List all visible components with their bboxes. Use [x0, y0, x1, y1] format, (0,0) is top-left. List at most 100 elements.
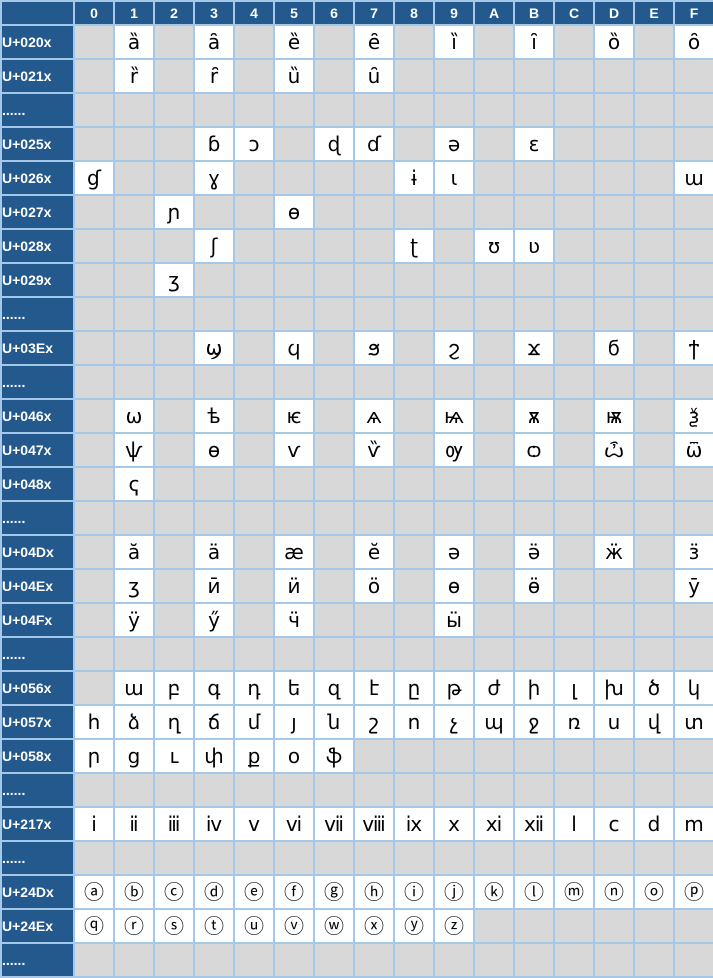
empty-cell: [74, 127, 114, 161]
table-row: U+025xɓɔɖɗəɛ: [1, 127, 713, 161]
row-label: U+058x: [1, 739, 74, 773]
empty-cell: [554, 297, 594, 331]
empty-cell: [634, 331, 674, 365]
empty-cell: [234, 637, 274, 671]
empty-cell: [674, 127, 713, 161]
table-row: U+058xրցւփքօֆ: [1, 739, 713, 773]
column-header-E: E: [634, 1, 674, 25]
empty-cell: [314, 433, 354, 467]
empty-cell: [74, 467, 114, 501]
empty-cell: [274, 93, 314, 127]
empty-cell: [634, 501, 674, 535]
glyph-cell: ճ: [194, 705, 234, 739]
empty-cell: [74, 263, 114, 297]
empty-cell: [434, 365, 474, 399]
empty-cell: [314, 263, 354, 297]
glyph-cell: ӡ: [114, 569, 154, 603]
empty-cell: [74, 637, 114, 671]
empty-cell: [514, 637, 554, 671]
glyph-cell: ⓚ: [474, 875, 514, 909]
glyph-cell: ⅲ: [154, 807, 194, 841]
glyph-cell: ⓝ: [594, 875, 634, 909]
empty-cell: [394, 399, 434, 433]
glyph-cell: օ: [274, 739, 314, 773]
empty-cell: [234, 433, 274, 467]
empty-cell: [594, 297, 634, 331]
empty-cell: [194, 93, 234, 127]
empty-cell: [674, 637, 713, 671]
glyph-cell: ϭ: [594, 331, 634, 365]
empty-cell: [234, 229, 274, 263]
empty-cell: [74, 59, 114, 93]
empty-cell: [674, 365, 713, 399]
empty-cell: [594, 637, 634, 671]
glyph-cell: ⓩ: [434, 909, 474, 943]
empty-cell: [114, 637, 154, 671]
ellipsis-row: ......: [1, 773, 713, 807]
glyph-cell: ֆ: [314, 739, 354, 773]
empty-cell: [514, 943, 554, 977]
empty-cell: [594, 943, 634, 977]
glyph-cell: ⓤ: [234, 909, 274, 943]
empty-cell: [154, 637, 194, 671]
column-header-7: 7: [354, 1, 394, 25]
empty-cell: [434, 739, 474, 773]
glyph-cell: ⓗ: [354, 875, 394, 909]
empty-cell: [594, 195, 634, 229]
glyph-cell: ѱ: [114, 433, 154, 467]
empty-cell: [314, 59, 354, 93]
column-header-3: 3: [194, 1, 234, 25]
empty-cell: [274, 161, 314, 195]
glyph-cell: ѷ: [354, 433, 394, 467]
glyph-cell: շ: [354, 705, 394, 739]
empty-cell: [554, 127, 594, 161]
glyph-cell: ѯ: [674, 399, 713, 433]
empty-cell: [594, 467, 634, 501]
column-header-8: 8: [394, 1, 434, 25]
empty-cell: [554, 943, 594, 977]
empty-cell: [114, 331, 154, 365]
empty-cell: [554, 637, 594, 671]
glyph-cell: ɠ: [74, 161, 114, 195]
empty-cell: [154, 467, 194, 501]
empty-cell: [114, 263, 154, 297]
glyph-cell: ɗ: [354, 127, 394, 161]
glyph-cell: ȇ: [354, 25, 394, 59]
empty-cell: [234, 943, 274, 977]
glyph-cell: ւ: [154, 739, 194, 773]
empty-cell: [594, 263, 634, 297]
ellipsis-row: ......: [1, 365, 713, 399]
glyph-cell: ϯ: [674, 331, 713, 365]
empty-cell: [474, 195, 514, 229]
empty-cell: [314, 399, 354, 433]
empty-cell: [114, 943, 154, 977]
ellipsis-row-label: ......: [1, 773, 74, 807]
empty-cell: [194, 637, 234, 671]
glyph-cell: բ: [154, 671, 194, 705]
table-row: U+03Exϣϥϧϩϫϭϯ: [1, 331, 713, 365]
glyph-cell: ʋ: [514, 229, 554, 263]
empty-cell: [234, 25, 274, 59]
glyph-cell: ի: [514, 671, 554, 705]
empty-cell: [394, 739, 434, 773]
empty-cell: [474, 467, 514, 501]
empty-cell: [634, 773, 674, 807]
empty-cell: [434, 93, 474, 127]
empty-cell: [234, 331, 274, 365]
empty-cell: [594, 127, 634, 161]
empty-cell: [274, 773, 314, 807]
row-label: U+028x: [1, 229, 74, 263]
empty-cell: [434, 59, 474, 93]
glyph-cell: ȑ: [114, 59, 154, 93]
empty-cell: [634, 841, 674, 875]
empty-cell: [634, 161, 674, 195]
glyph-cell: ӥ: [274, 569, 314, 603]
empty-cell: [314, 841, 354, 875]
empty-cell: [594, 569, 634, 603]
glyph-cell: ջ: [514, 705, 554, 739]
glyph-cell: կ: [674, 671, 713, 705]
empty-cell: [74, 229, 114, 263]
empty-cell: [234, 195, 274, 229]
ellipsis-row-label: ......: [1, 365, 74, 399]
glyph-cell: մ: [234, 705, 274, 739]
